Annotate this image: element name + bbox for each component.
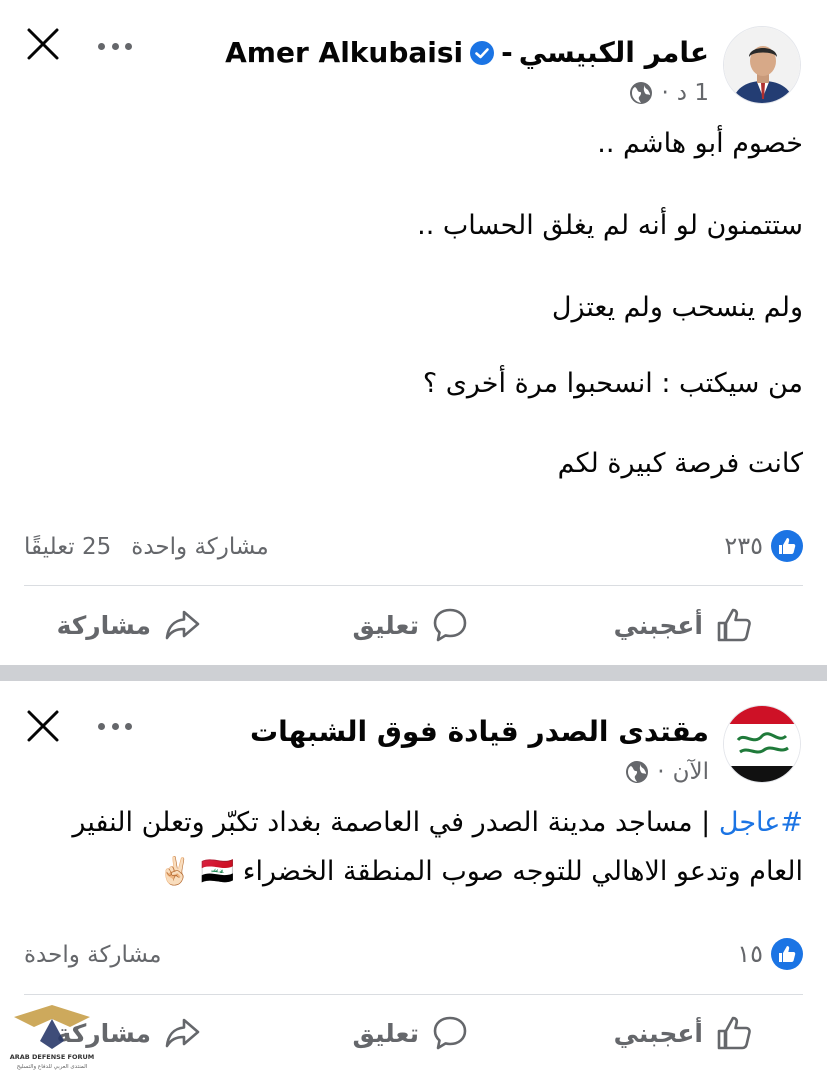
reaction-summary[interactable]: ٢٣٥ <box>724 530 803 562</box>
dot-icon <box>98 722 105 730</box>
like-reaction-icon <box>771 530 803 562</box>
page-logo-icon <box>724 706 800 782</box>
comments-count[interactable]: 25 تعليقًا <box>24 534 111 560</box>
post-body-text: العام وتدعو الاهالي للتوجه صوب المنطقة ا… <box>242 856 803 887</box>
post-time[interactable]: الآن <box>673 759 709 785</box>
shares-count[interactable]: مشاركة واحدة <box>131 534 268 560</box>
dot-icon <box>98 42 105 50</box>
comment-label: تعليق <box>352 610 419 640</box>
engagement-counts: مشاركة واحدة <box>24 942 161 968</box>
post-body-text: | مساجد مدينة الصدر في العاصمة بغداد تكب… <box>72 807 711 838</box>
watermark-subtitle: المنتدى العربي للدفاع والتسليح <box>17 1064 88 1070</box>
like-button[interactable]: أعجبني <box>614 1014 753 1052</box>
post-body-line: العام وتدعو الاهالي للتوجه صوب المنطقة ا… <box>158 855 803 887</box>
share-label: مشاركة <box>56 610 151 640</box>
globe-icon <box>626 761 649 783</box>
post-card-2: مقتدى الصدر قيادة فوق الشبهات الآن · #عا… <box>0 681 827 1073</box>
like-count: ١٥ <box>737 940 763 968</box>
hashtag-link[interactable]: #عاجل <box>719 807 803 838</box>
post-meta: الآن · <box>625 759 709 785</box>
shares-count[interactable]: مشاركة واحدة <box>24 942 161 968</box>
post-body-line: كانت فرصة كبيرة لكم <box>557 448 803 479</box>
like-button[interactable]: أعجبني <box>614 606 753 644</box>
author-name-ar: عامر الكبيسي <box>518 36 709 69</box>
profile-photo <box>724 27 800 103</box>
author-name-en: Amer Alkubaisi <box>225 36 464 69</box>
feed-separator <box>0 665 827 681</box>
like-reaction-icon <box>771 938 803 970</box>
like-label: أعجبني <box>613 1018 703 1048</box>
post-body-line: ولم ينسحب ولم يعتزل <box>551 292 803 323</box>
divider <box>24 585 803 586</box>
avatar[interactable] <box>723 705 801 783</box>
like-label: أعجبني <box>613 610 703 640</box>
globe-icon <box>630 82 653 104</box>
share-button[interactable]: مشاركة <box>57 606 201 644</box>
post-body-line: ستتمنون لو أنه لم يغلق الحساب .. <box>417 210 803 241</box>
comment-button[interactable]: تعليق <box>353 606 469 644</box>
like-count: ٢٣٥ <box>724 532 763 560</box>
reaction-summary[interactable]: ١٥ <box>737 938 803 970</box>
watermark-logo-icon: ARAB DEFENSE FORUM المنتدى العربي للدفاع… <box>10 1005 95 1070</box>
flag-victory-emoji: 🇮🇶 ✌🏻 <box>158 856 235 887</box>
meta-dot: · <box>657 759 665 785</box>
dot-icon <box>111 722 119 730</box>
thumbs-up-icon <box>717 1016 751 1050</box>
post-time[interactable]: 1 د <box>677 80 709 106</box>
watermark-title: ARAB DEFENSE FORUM <box>10 1053 95 1061</box>
post-card-1: Amer Alkubaisi - عامر الكبيسي 1 د · خصوم… <box>0 0 827 665</box>
author-name[interactable]: مقتدى الصدر قيادة فوق الشبهات <box>250 715 709 748</box>
post-body-line: من سيكتب : انسحبوا مرة أخرى ؟ <box>422 368 803 399</box>
thumbs-up-icon <box>717 608 751 642</box>
divider <box>24 994 803 995</box>
comment-icon <box>433 608 467 642</box>
close-icon[interactable] <box>24 25 62 63</box>
author-name[interactable]: Amer Alkubaisi - عامر الكبيسي <box>225 36 709 69</box>
comment-icon <box>433 1016 467 1050</box>
comment-button[interactable]: تعليق <box>353 1014 469 1052</box>
author-name-sep: - <box>501 36 513 69</box>
close-icon[interactable] <box>24 707 62 745</box>
more-options-button[interactable] <box>95 36 135 56</box>
engagement-counts: مشاركة واحدة 25 تعليقًا <box>24 534 269 560</box>
more-options-button[interactable] <box>95 716 135 736</box>
comment-label: تعليق <box>352 1018 419 1048</box>
meta-dot: · <box>661 80 669 106</box>
share-arrow-icon <box>165 610 200 640</box>
dot-icon <box>125 722 132 730</box>
post-body-line: #عاجل | مساجد مدينة الصدر في العاصمة بغد… <box>72 807 803 838</box>
post-body-line: خصوم أبو هاشم .. <box>597 128 803 159</box>
verified-badge-icon <box>470 40 495 65</box>
dot-icon <box>125 42 132 50</box>
share-arrow-icon <box>165 1018 200 1048</box>
post-meta: 1 د · <box>629 80 709 106</box>
avatar[interactable] <box>723 26 801 104</box>
dot-icon <box>111 42 119 50</box>
